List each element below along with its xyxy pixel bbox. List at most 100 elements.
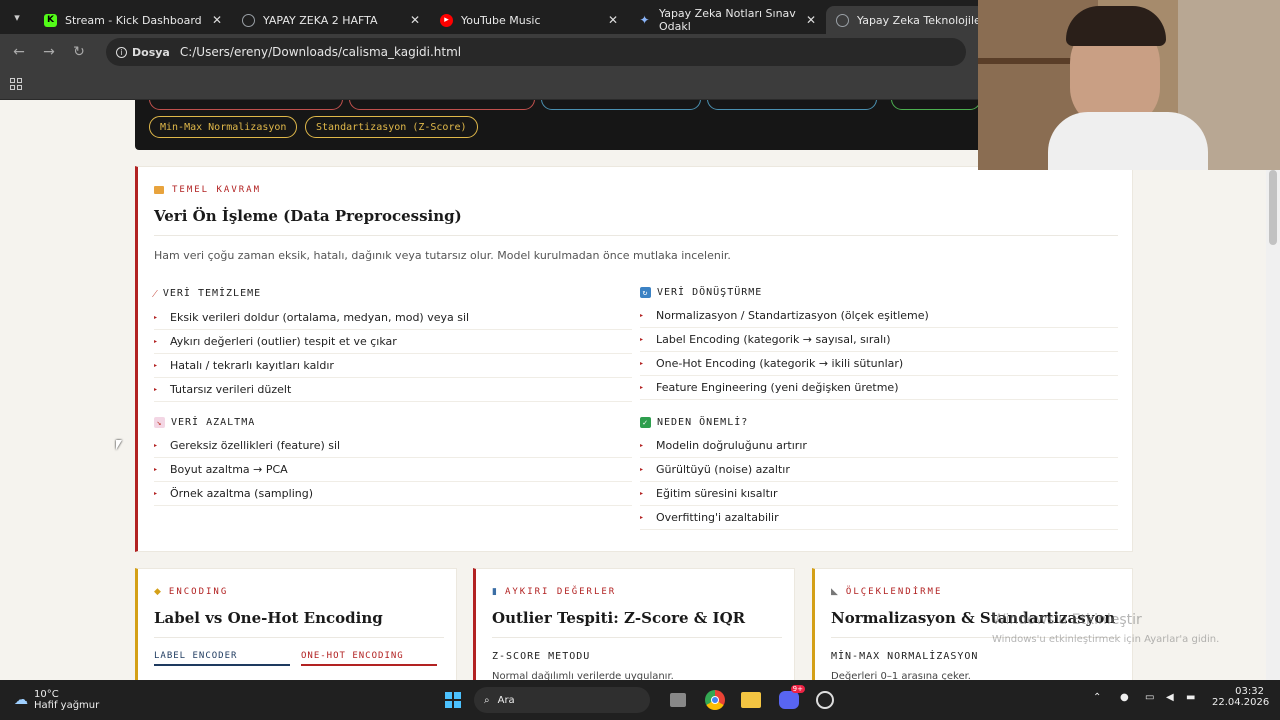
taskbar: ☁ 10°C Hafif yağmur ⌕ Ara 9+ ⌃ ● ▭ ◀ ▬ 0… (0, 680, 1280, 720)
search-icon: ⌕ (484, 694, 490, 706)
tab-3[interactable]: ✦ Yapay Zeka Notları Sınav Odakl ✕ (628, 6, 826, 34)
label-encoder-heading: LABEL ENCODER (154, 651, 290, 666)
address-bar[interactable]: i Dosya C:/Users/ereny/Downloads/calisma… (106, 38, 966, 66)
tab-0[interactable]: K Stream - Kick Dashboard ✕ (34, 6, 232, 34)
list-item: ▸ Feature Engineering (yeni değişken üret… (640, 376, 1118, 400)
list-item: ▸ Örnek azaltma (sampling) (154, 482, 632, 506)
section-title-label: VERİ AZALTMA (171, 417, 256, 428)
list-item-text: Tutarsız verileri düzelt (170, 383, 292, 396)
page-content: Min-Max Normalizasyon Standartizasyon (Z… (0, 100, 1280, 680)
taskbar-search[interactable]: ⌕ Ara (474, 687, 650, 713)
preprocessing-card: TEMEL KAVRAM Veri Ön İşleme (Data Prepro… (135, 166, 1133, 552)
discord-icon[interactable]: 9+ (779, 685, 805, 709)
youtube-music-icon: ▸ (440, 13, 453, 27)
card-kicker: ◆ ENCODING (154, 587, 228, 597)
keyword-pill: Min-Max Normalizasyon (149, 116, 298, 138)
list-item: ▸ Aykırı değerleri (outlier) tespit et ve… (154, 330, 632, 354)
one-hot-heading: ONE-HOT ENCODING (301, 651, 437, 666)
site-info-chip[interactable]: i Dosya (116, 46, 170, 59)
volume-icon[interactable]: ◀ (1166, 692, 1174, 703)
list-item: ▸ Eğitim süresini kısaltır (640, 482, 1118, 506)
apps-grid-icon[interactable] (10, 78, 22, 90)
tab-label: Yapay Zeka Notları Sınav Odakl (659, 7, 796, 33)
bar-chart-icon: ▮ (492, 587, 497, 597)
tray-chevron-icon[interactable]: ⌃ (1093, 692, 1101, 703)
close-icon[interactable]: ✕ (608, 13, 618, 27)
list-item: ▸ Tutarsız verileri düzelt (154, 378, 632, 402)
tab-1[interactable]: YAPAY ZEKA 2 HAFTA ✕ (232, 6, 430, 34)
list-item-text: Boyut azaltma → PCA (170, 463, 288, 476)
forward-icon[interactable]: → (34, 44, 64, 60)
weather-widget[interactable]: ☁ 10°C Hafif yağmur (14, 689, 134, 711)
scrollbar-thumb[interactable] (1269, 170, 1277, 245)
kicker-label: AYKIRI DEĞERLER (504, 587, 617, 597)
microphone-icon[interactable]: ● (1120, 692, 1129, 703)
list-item: ▸ Gürültüyü (noise) azaltır (640, 458, 1118, 482)
list-item-text: Örnek azaltma (sampling) (170, 487, 313, 500)
clock-time: 03:32 (1235, 686, 1264, 697)
section-title: ✓ NEDEN ÖNEMLİ? (640, 417, 1118, 428)
globe-icon (836, 13, 849, 27)
site-chip-label: Dosya (132, 45, 170, 59)
tab-2[interactable]: ▸ YouTube Music ✕ (430, 6, 628, 34)
zscore-text: Normal dağılımlı verilerde uygulanır. (492, 671, 674, 680)
list-item-text: Feature Engineering (yeni değişken üretm… (656, 381, 899, 394)
list-item-text: Aykırı değerleri (outlier) tespit et ve … (170, 335, 397, 348)
notification-badge: 9+ (790, 685, 805, 693)
list-item-text: Modelin doğruluğunu artırır (656, 439, 807, 452)
network-icon[interactable]: ▭ (1145, 692, 1154, 703)
list-item: ▸ Gereksiz özellikleri (feature) sil (154, 434, 632, 458)
task-view-icon[interactable] (670, 693, 686, 707)
section-importance: ✓ NEDEN ÖNEMLİ? ▸ Modelin doğruluğunu artı… (640, 417, 1118, 530)
minmax-heading: MİN-MAX NORMALİZASYON (831, 651, 979, 662)
list-item-text: Overfitting'i azaltabilir (656, 511, 779, 524)
close-icon[interactable]: ✕ (806, 13, 816, 27)
card-kicker: ▮ AYKIRI DEĞERLER (492, 587, 616, 597)
keyword-pill-cut (707, 100, 877, 110)
chart-down-icon: ↘ (154, 417, 165, 428)
encoding-card: ◆ ENCODING Label vs One-Hot Encoding LAB… (135, 568, 457, 680)
list-item: ▸ Hatalı / tekrarlı kayıtları kaldır (154, 354, 632, 378)
close-icon[interactable]: ✕ (410, 13, 420, 27)
file-explorer-icon[interactable] (741, 692, 761, 708)
start-button[interactable] (445, 692, 461, 708)
battery-icon[interactable]: ▬ (1186, 692, 1195, 703)
activation-title: Windows'u Etkinleştir (992, 612, 1142, 628)
url-text: C:/Users/ereny/Downloads/calisma_kagidi.… (179, 45, 462, 59)
list-item: ▸ Normalizasyon / Standartizasyon (ölçek … (640, 304, 1118, 328)
check-icon: ✓ (640, 417, 651, 428)
list-item: ▸ Boyut azaltma → PCA (154, 458, 632, 482)
mouse-cursor (116, 440, 122, 450)
minmax-text: Değerleri 0–1 arasına çeker. (831, 671, 971, 680)
broom-icon: ⁄ (154, 287, 157, 300)
gemini-icon: ✦ (639, 13, 650, 27)
reload-icon[interactable]: ↻ (64, 44, 94, 60)
outlier-card: ▮ AYKIRI DEĞERLER Outlier Tespiti: Z-Sco… (473, 568, 795, 680)
section-title: ↻ VERİ DÖNÜŞTÜRME (640, 287, 1118, 298)
close-icon[interactable]: ✕ (212, 13, 222, 27)
list-item-text: Gürültüyü (noise) azaltır (656, 463, 790, 476)
webcam-overlay (978, 0, 1280, 170)
scrollbar[interactable] (1266, 100, 1280, 680)
section-title-label: VERİ DÖNÜŞTÜRME (657, 287, 763, 298)
activation-text: Windows'u etkinleştirmek için Ayarlar'a … (992, 634, 1220, 645)
chrome-icon[interactable] (705, 690, 725, 710)
keyword-pill-cut (349, 100, 535, 110)
list-item: ▸ One-Hot Encoding (kategorik → ikili süt… (640, 352, 1118, 376)
kicker-label: TEMEL KAVRAM (172, 185, 262, 195)
section-title-label: NEDEN ÖNEMLİ? (657, 417, 749, 428)
card-intro: Ham veri çoğu zaman eksik, hatalı, dağın… (154, 249, 731, 262)
list-item-text: Hatalı / tekrarlı kayıtları kaldır (170, 359, 334, 372)
clock-date: 22.04.2026 (1212, 697, 1270, 708)
globe-icon (242, 13, 255, 27)
rain-cloud-icon: ☁ (14, 692, 28, 708)
section-transform: ↻ VERİ DÖNÜŞTÜRME ▸ Normalizasyon / Standa… (640, 287, 1118, 400)
list-item: ▸ Eksik verileri doldur (ortalama, medyan… (154, 306, 632, 330)
steam-icon[interactable] (816, 691, 834, 709)
section-title-label: VERİ TEMİZLEME (162, 288, 262, 299)
back-icon[interactable]: ← (4, 44, 34, 60)
tab-search-button[interactable]: ▾ (0, 0, 34, 34)
list-item: ▸ Label Encoding (kategorik → sayısal, sı… (640, 328, 1118, 352)
kick-icon: K (44, 13, 57, 27)
clock[interactable]: 03:32 22.04.2026 (1212, 686, 1270, 708)
